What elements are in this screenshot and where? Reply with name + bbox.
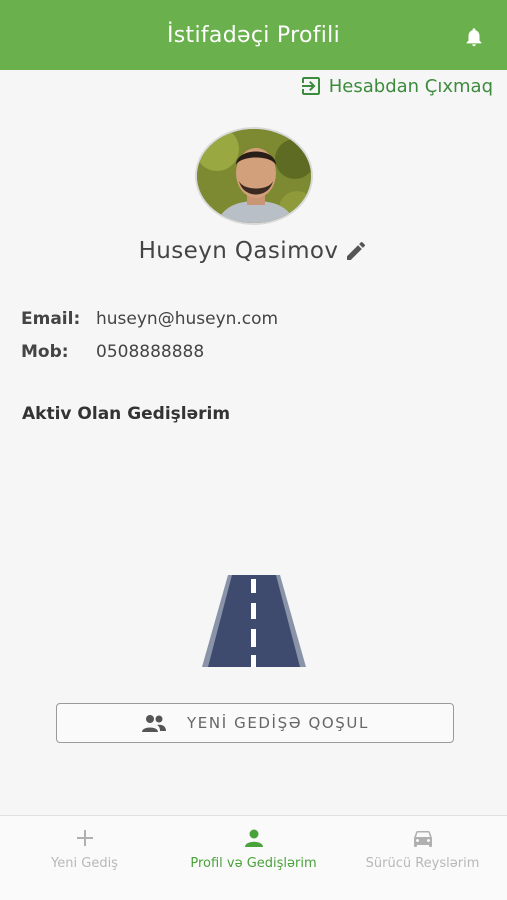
nav-label-driver-trips: Sürücü Reyslərim [365,856,480,871]
mob-value: 0508888888 [96,341,205,362]
bell-icon[interactable] [463,26,485,48]
people-icon [142,715,167,732]
contact-info: Email: huseyn@huseyn.com Mob: 0508888888 [21,302,278,368]
mob-label: Mob: [21,341,69,362]
logout-label: Hesabdan Çıxmaq [328,75,493,97]
avatar[interactable] [195,127,313,225]
logout-button[interactable]: Hesabdan Çıxmaq [299,74,493,98]
bottom-nav: Yeni Gediş Profil və Gedişlərim Sürücü R… [0,815,507,900]
email-value: huseyn@huseyn.com [96,308,279,329]
nav-item-new-trip[interactable]: Yeni Gediş [0,816,169,900]
person-icon [244,829,263,847]
join-trip-label: YENİ GEDİŞƏ QOŞUL [187,714,369,732]
email-row: Email: huseyn@huseyn.com [21,302,278,335]
join-trip-button[interactable]: YENİ GEDİŞƏ QOŞUL [56,703,454,743]
edit-icon[interactable] [344,239,368,263]
email-label: Email: [21,308,81,329]
plus-icon [76,830,93,846]
profile-name: Huseyn Qasimov [138,238,339,264]
profile-name-row: Huseyn Qasimov [0,238,507,264]
nav-item-driver-trips[interactable]: Sürücü Reyslərim [338,816,507,900]
car-icon [413,831,432,847]
active-trips-title: Aktiv Olan Gedişlərim [22,404,231,424]
logout-icon [301,77,320,95]
nav-label-profile: Profil və Gedişlərim [190,856,317,871]
road-icon [202,575,306,667]
mob-row: Mob: 0508888888 [21,335,278,368]
nav-item-profile[interactable]: Profil və Gedişlərim [169,816,338,900]
page-title: İstifadəçi Profili [167,22,340,48]
app-bar: İstifadəçi Profili [0,0,507,70]
nav-label-new-trip: Yeni Gediş [51,856,118,871]
